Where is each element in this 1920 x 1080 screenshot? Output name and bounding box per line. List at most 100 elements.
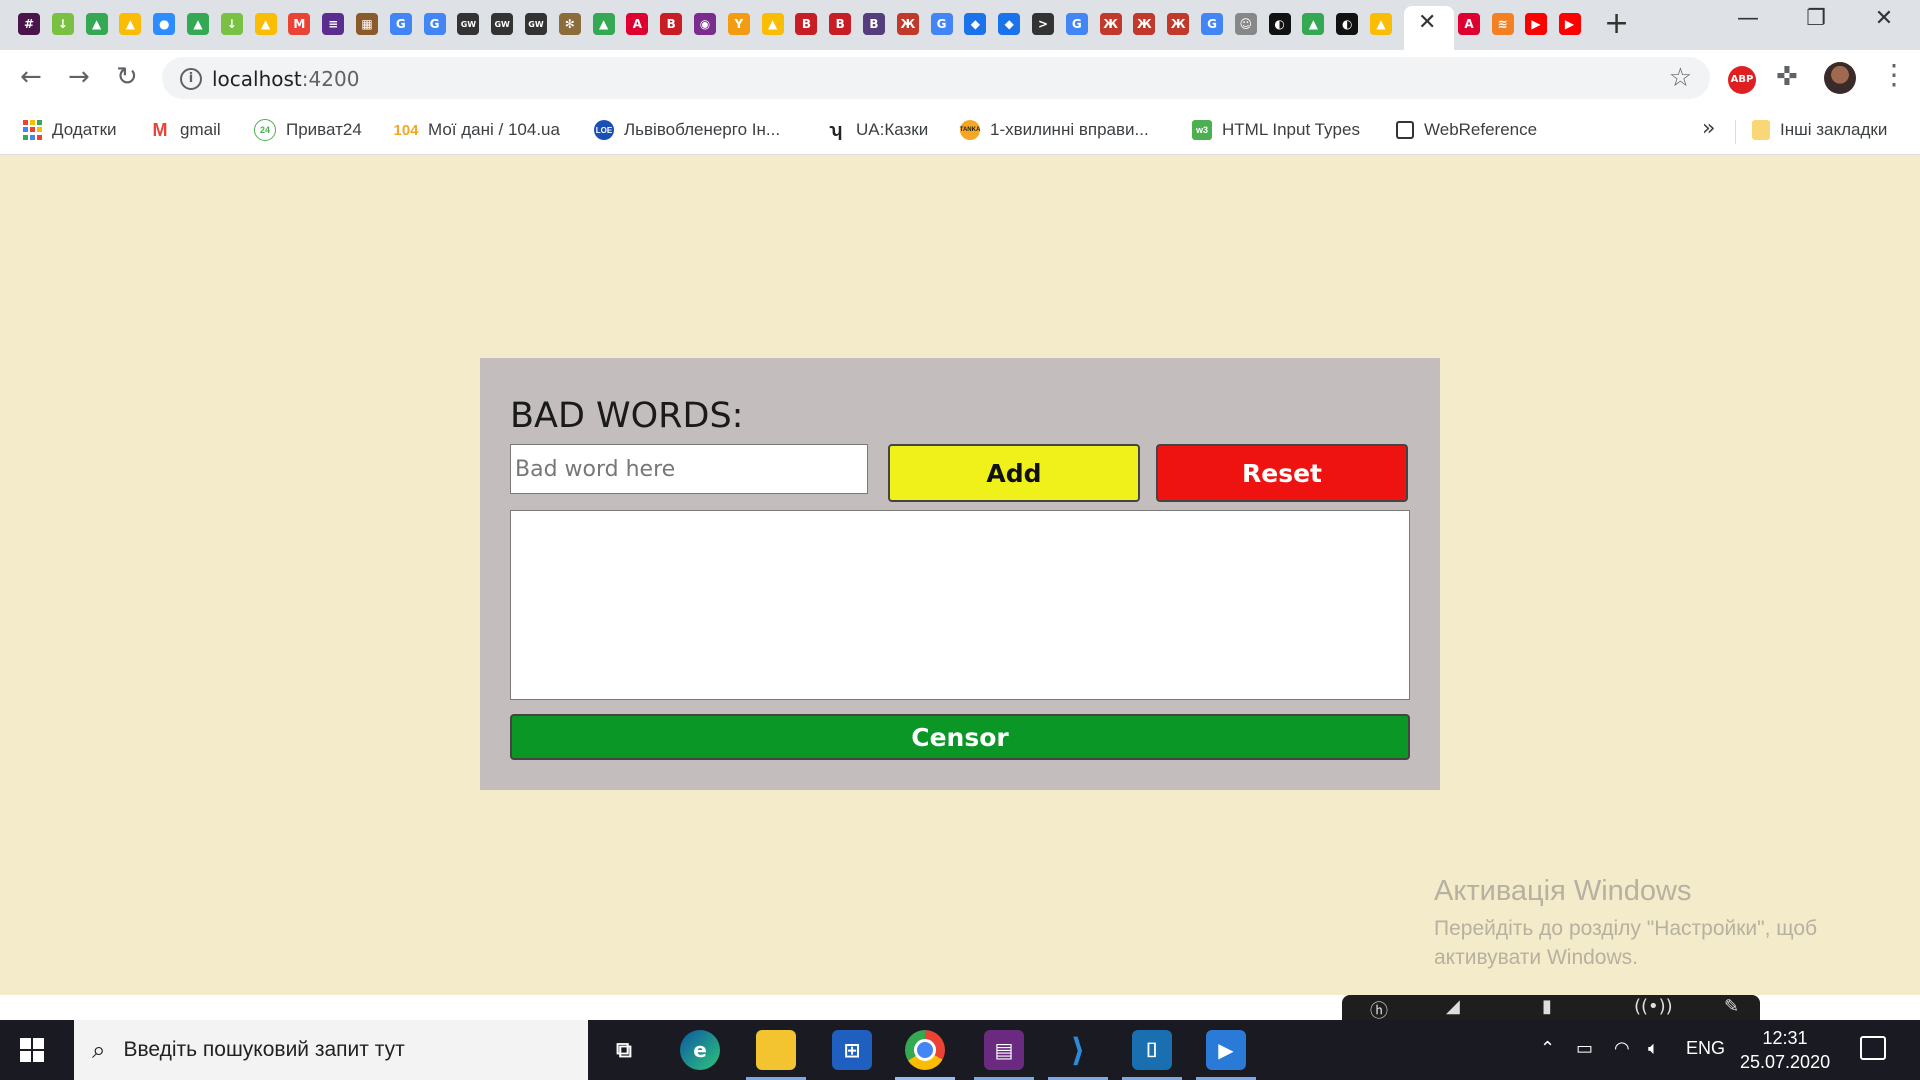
video-editor-icon[interactable]: ▶ xyxy=(1206,1030,1246,1070)
site-info-icon[interactable]: i xyxy=(180,68,202,90)
tower-tab-icon[interactable]: Ж xyxy=(1133,13,1156,35)
bad-word-input[interactable] xyxy=(510,444,868,494)
forward-icon[interactable]: → xyxy=(68,62,90,92)
task-view-icon[interactable]: ⧉ xyxy=(604,1030,644,1070)
drive-tab-icon[interactable]: ▲ xyxy=(592,13,615,35)
system-clock[interactable]: 12:31 25.07.2020 xyxy=(1740,1026,1830,1074)
download-tab-icon[interactable]: ↓ xyxy=(220,13,243,35)
list-tab-icon[interactable]: ≡ xyxy=(322,13,345,35)
other-bookmarks[interactable]: Інші закладки xyxy=(1752,116,1887,144)
webref-icon xyxy=(1396,121,1414,139)
close-tab-icon[interactable]: ✕ xyxy=(1418,10,1436,35)
angular-tab-icon[interactable]: A xyxy=(1458,13,1480,35)
adblock-plus-icon[interactable]: ABP xyxy=(1728,66,1756,94)
volume-icon[interactable]: 🔈︎ xyxy=(1648,1038,1659,1059)
edu-tab-icon[interactable]: ◆ xyxy=(998,13,1021,35)
drive-tab-icon[interactable]: ▲ xyxy=(254,13,277,35)
notifications-icon[interactable] xyxy=(1860,1036,1886,1060)
drive-tab-icon[interactable]: ▲ xyxy=(187,13,209,35)
tower-tab-icon[interactable]: Ж xyxy=(1099,13,1122,35)
browser-menu-icon[interactable]: ⋮ xyxy=(1880,58,1908,91)
app-icon[interactable]: ⌷ xyxy=(1132,1030,1172,1070)
chrome-icon[interactable] xyxy=(905,1030,945,1070)
bookmark-star-icon[interactable]: ☆ xyxy=(1669,63,1692,93)
drive-tab-icon[interactable]: ▲ xyxy=(119,13,142,35)
reload-icon[interactable]: ↻ xyxy=(116,62,138,92)
back-icon[interactable]: ← xyxy=(20,62,42,92)
angular-tab-icon[interactable]: A xyxy=(626,13,649,35)
bookmark-apps[interactable]: Додатки xyxy=(22,116,117,144)
bootstrap-tab-icon[interactable]: B xyxy=(660,13,683,35)
github-tab-icon[interactable]: ◐ xyxy=(1336,13,1359,35)
bookmark-html-input-types[interactable]: w3 HTML Input Types xyxy=(1192,116,1360,144)
drive-tab-icon[interactable]: ▲ xyxy=(761,13,784,35)
tower-tab-icon[interactable]: Ж xyxy=(1167,13,1190,35)
file-explorer-icon[interactable] xyxy=(756,1030,796,1070)
gw-tab-icon[interactable]: GW xyxy=(525,13,547,35)
bookmark-104[interactable]: 104 Мої дані / 104.ua xyxy=(393,116,559,144)
translate-tab-icon[interactable]: G xyxy=(423,13,446,35)
robot-tab-icon[interactable]: ☺ xyxy=(1234,13,1257,35)
gmail-tab-icon[interactable]: M xyxy=(288,13,311,35)
slack-tab-icon[interactable]: # xyxy=(18,13,40,35)
winrar-icon[interactable]: ▤ xyxy=(984,1030,1024,1070)
extensions-icon[interactable]: ✜ xyxy=(1776,62,1798,92)
minimize-icon[interactable]: — xyxy=(1728,6,1768,31)
watermark-line-1: Перейдіть до розділу "Настройки", щоб xyxy=(1434,917,1818,940)
figure-tab-icon[interactable]: Y xyxy=(727,13,750,35)
watermark-title: Активація Windows xyxy=(1434,875,1692,907)
download-tab-icon[interactable]: ↓ xyxy=(51,13,74,35)
restore-icon[interactable]: ❐ xyxy=(1796,6,1836,31)
bookmark-tanka[interactable]: TANKA 1-хвилинні вправи... xyxy=(960,116,1149,144)
bookmark-privat24[interactable]: 24 Приват24 xyxy=(254,116,362,144)
google-tab-icon[interactable]: G xyxy=(930,13,953,35)
bookmark-gmail[interactable]: M gmail xyxy=(150,116,221,144)
bookmark-webreference[interactable]: WebReference xyxy=(1396,116,1537,144)
youtube-tab-icon[interactable]: ▶ xyxy=(1525,13,1547,35)
language-indicator[interactable]: ENG xyxy=(1686,1038,1725,1059)
google-tab-icon[interactable]: G xyxy=(1201,13,1223,35)
bootstrap-tab-icon[interactable]: B xyxy=(863,13,885,35)
drive-tab-icon[interactable]: ▲ xyxy=(1370,13,1392,35)
censor-button[interactable]: Censor xyxy=(510,714,1410,760)
close-window-icon[interactable]: ✕ xyxy=(1864,6,1904,31)
google-tab-icon[interactable]: G xyxy=(1065,13,1088,35)
zoom-tab-icon[interactable]: ● xyxy=(153,13,176,35)
bookmark-loe[interactable]: LOE Львівобленерго Ін... xyxy=(594,116,780,144)
bookmarks-overflow-button[interactable]: » xyxy=(1702,116,1715,141)
film-tab-icon[interactable]: ▦ xyxy=(356,13,378,35)
bootstrap-tab-icon[interactable]: B xyxy=(829,13,852,35)
gw-tab-icon[interactable]: GW xyxy=(491,13,514,35)
address-bar[interactable]: i localhost:4200 ☆ xyxy=(162,57,1710,99)
tower-tab-icon[interactable]: Ж xyxy=(896,13,919,35)
tree-tab-icon[interactable]: ✻ xyxy=(558,13,581,35)
bootstrap-tab-icon[interactable]: B xyxy=(795,13,818,35)
vscode-icon[interactable]: ⟩ xyxy=(1058,1030,1098,1070)
terminal-tab-icon[interactable]: > xyxy=(1032,13,1054,35)
edu-tab-icon[interactable]: ◆ xyxy=(964,13,987,35)
gw-tab-icon[interactable]: GW xyxy=(457,13,480,35)
drive-tab-icon[interactable]: ▲ xyxy=(1302,13,1325,35)
windows-start-icon[interactable] xyxy=(20,1038,44,1062)
translate-tab-icon[interactable]: G xyxy=(389,13,412,35)
eye-tab-icon[interactable]: ◉ xyxy=(694,13,716,35)
tray-overflow-icon[interactable]: ⌃ xyxy=(1540,1038,1555,1059)
taskbar-search-box[interactable]: ⌕ Введіть пошуковий запит тут xyxy=(74,1020,588,1080)
wifi-icon[interactable]: ◠ xyxy=(1614,1038,1630,1059)
edge-icon[interactable]: e xyxy=(680,1030,720,1070)
store-icon[interactable]: ⊞ xyxy=(832,1030,872,1070)
drive-tab-icon[interactable]: ▲ xyxy=(85,13,108,35)
github-tab-icon[interactable]: ◐ xyxy=(1268,13,1291,35)
reset-button[interactable]: Reset xyxy=(1156,444,1408,502)
battery-icon[interactable]: ▭ xyxy=(1576,1038,1593,1059)
profile-avatar[interactable] xyxy=(1824,62,1856,94)
windows-taskbar: ⌕ Введіть пошуковий запит тут ⧉ e ⊞ ▤ ⟩ … xyxy=(0,1020,1920,1080)
youtube-tab-icon[interactable]: ▶ xyxy=(1558,13,1581,35)
text-to-censor-textarea[interactable] xyxy=(510,510,1410,700)
new-tab-button[interactable]: + xyxy=(1604,6,1629,41)
add-button[interactable]: Add xyxy=(888,444,1140,502)
stackoverflow-tab-icon[interactable]: ≋ xyxy=(1491,13,1514,35)
bookmark-uakazky[interactable]: ʮ UA:Казки xyxy=(826,116,928,144)
bookmark-label: gmail xyxy=(180,120,221,139)
clock-time: 12:31 xyxy=(1762,1028,1808,1048)
